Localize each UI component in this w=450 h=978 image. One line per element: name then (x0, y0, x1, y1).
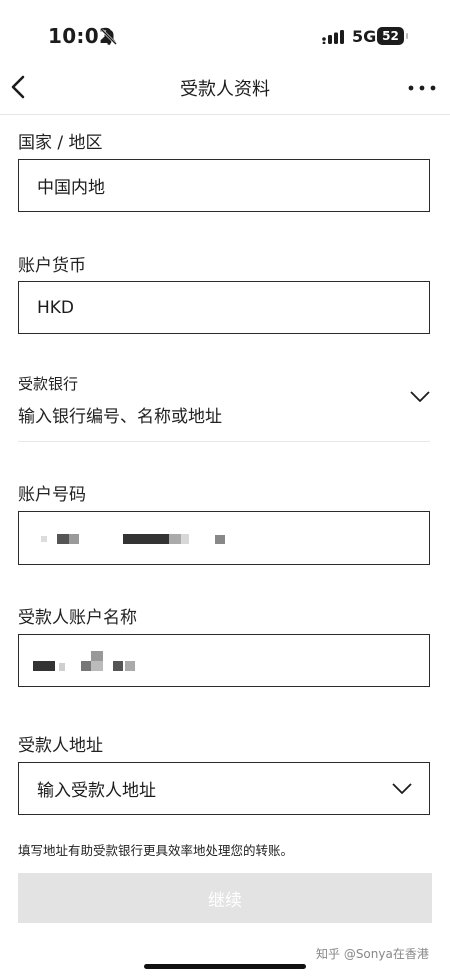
redacted-block (59, 663, 65, 671)
redacted-block (181, 534, 189, 544)
account-number-field[interactable] (18, 511, 430, 565)
home-indicator[interactable] (144, 964, 306, 969)
currency-label: 账户货币 (18, 256, 86, 276)
country-field[interactable]: 中国内地 (18, 159, 430, 212)
bank-input[interactable]: 输入银行编号、名称或地址 (18, 402, 222, 427)
redacted-block (91, 661, 103, 671)
country-label: 国家 / 地区 (18, 133, 103, 153)
address-placeholder: 输入受款人地址 (37, 781, 156, 801)
account-name-field[interactable] (18, 634, 430, 687)
redacted-block (91, 651, 103, 661)
chevron-down-icon[interactable] (392, 783, 412, 795)
chevron-down-icon[interactable] (410, 391, 430, 403)
account-name-label: 受款人账户名称 (18, 608, 137, 628)
bank-divider (18, 441, 430, 442)
bell-off-icon (101, 29, 117, 45)
redacted-block (113, 661, 123, 671)
country-value: 中国内地 (37, 178, 105, 198)
signal-icon (322, 30, 344, 44)
navigation-bar: 受款人资料 (0, 60, 450, 115)
redacted-block (57, 534, 69, 544)
redacted-block (81, 661, 91, 671)
watermark: 知乎 @Sonya在香港 (316, 947, 429, 961)
page-title: 受款人资料 (180, 79, 270, 100)
redacted-block (123, 534, 169, 544)
address-hint: 填写地址有助受款银行更具效率地处理您的转账。 (18, 843, 294, 858)
redacted-block (169, 534, 181, 544)
currency-field[interactable]: HKD (18, 281, 430, 334)
address-field[interactable]: 输入受款人地址 (18, 762, 430, 815)
continue-button[interactable]: 继续 (18, 873, 432, 923)
redacted-block (125, 661, 135, 671)
battery-icon: 52 (377, 27, 408, 45)
address-label: 受款人地址 (18, 736, 103, 756)
bank-label: 受款银行 (18, 375, 79, 393)
currency-value: HKD (37, 297, 75, 318)
redacted-block (33, 661, 55, 671)
redacted-block (69, 534, 79, 544)
more-icon[interactable] (408, 84, 436, 92)
account-number-label: 账户号码 (18, 485, 86, 505)
network-type: 5G (352, 27, 377, 46)
redacted-block (215, 535, 225, 544)
redacted-block (41, 536, 47, 542)
